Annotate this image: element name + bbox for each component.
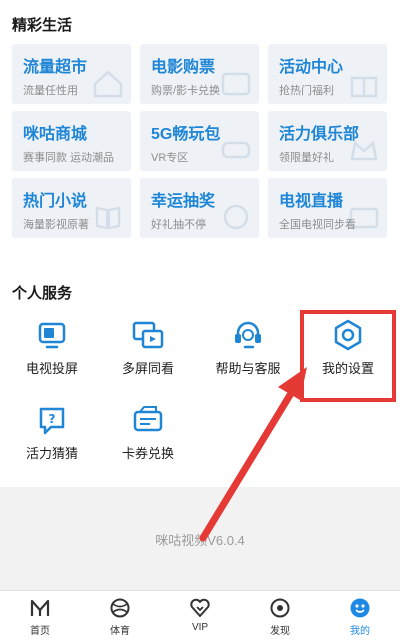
- service-label: 电视投屏: [25, 361, 78, 376]
- book-icon: [95, 206, 121, 230]
- highlight-annotation-box: [300, 310, 396, 402]
- basketball-icon: [110, 598, 130, 618]
- service-label: 帮助与客服: [215, 361, 281, 376]
- multi-screen-icon: [132, 321, 164, 349]
- tab-label: 我的: [350, 626, 370, 637]
- tab-vip[interactable]: VIP: [160, 591, 240, 643]
- service-coupon[interactable]: 卡券兑换: [100, 403, 196, 462]
- vr-icon: [221, 141, 251, 159]
- headset-icon: [235, 321, 261, 349]
- tv-cast-icon: [38, 322, 66, 349]
- app-version-text: 咪咕视频V6.0.4: [155, 533, 245, 548]
- tile-subtitle: 赛事同款 运动潮品: [23, 152, 115, 164]
- svg-text:?: ?: [49, 412, 56, 426]
- tile-migu-mall[interactable]: 咪咕商城 赛事同款 运动潮品: [12, 111, 131, 171]
- crown-icon: [350, 140, 378, 161]
- tab-label: 首页: [30, 626, 50, 637]
- tab-discover[interactable]: 发现: [240, 591, 320, 643]
- tab-mine[interactable]: 我的: [320, 591, 400, 643]
- tile-activity-center[interactable]: 活动中心 抢热门福利: [268, 44, 387, 104]
- tile-5g-pack[interactable]: 5G畅玩包 VR专区: [140, 111, 259, 171]
- service-multi-screen[interactable]: 多屏同看: [100, 318, 196, 377]
- tv-icon: [349, 207, 379, 229]
- featured-section-title: 精彩生活: [12, 17, 73, 34]
- tile-lucky-draw[interactable]: 幸运抽奖 好礼抽不停: [140, 178, 259, 238]
- home-logo-icon: [30, 599, 50, 616]
- house-icon: [93, 70, 123, 98]
- featured-grid: 流量超市 流量任性用 电影购票 购票/影卡兑换 活动中心 抢热门福利 咪咕商城 …: [12, 44, 388, 238]
- service-guess[interactable]: ? 活力猜猜: [4, 403, 100, 462]
- tab-label: 体育: [110, 626, 130, 637]
- profile-icon: [350, 598, 370, 618]
- personal-section-title: 个人服务: [12, 285, 73, 302]
- tile-hot-novels[interactable]: 热门小说 海量影视原著: [12, 178, 131, 238]
- service-help[interactable]: 帮助与客服: [200, 318, 296, 377]
- tile-title: 咪咕商城: [23, 126, 88, 143]
- service-label: 活力猜猜: [25, 446, 78, 461]
- gift-icon: [350, 76, 378, 98]
- ticket-icon: [221, 72, 251, 96]
- tile-movie-tickets[interactable]: 电影购票 购票/影卡兑换: [140, 44, 259, 104]
- tab-home[interactable]: 首页: [0, 591, 80, 643]
- bottom-tab-bar: 首页 体育 VIP 发现 我的: [0, 590, 400, 643]
- tile-traffic-market[interactable]: 流量超市 流量任性用: [12, 44, 131, 104]
- tab-label: 发现: [270, 626, 290, 637]
- service-label: 卡券兑换: [121, 446, 174, 461]
- discover-icon: [270, 598, 290, 618]
- tile-vitality-club[interactable]: 活力俱乐部 领限量好礼: [268, 111, 387, 171]
- guess-bubble-icon: ?: [39, 407, 65, 435]
- coupon-icon: [133, 406, 163, 432]
- vip-heart-icon: [190, 598, 210, 617]
- prize-icon: [223, 204, 249, 230]
- service-label: 多屏同看: [121, 361, 174, 376]
- tab-label: VIP: [191, 622, 209, 633]
- tab-sports[interactable]: 体育: [80, 591, 160, 643]
- service-tv-cast[interactable]: 电视投屏: [4, 318, 100, 377]
- tile-tv-live[interactable]: 电视直播 全国电视同步看: [268, 178, 387, 238]
